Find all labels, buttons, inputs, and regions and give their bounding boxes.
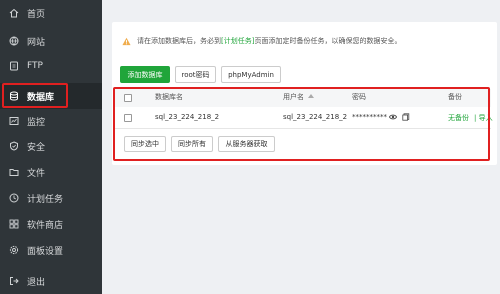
sidebar-item-website[interactable]: 网站 (0, 28, 102, 54)
sidebar-item-label: 文件 (27, 168, 46, 179)
monitor-icon (9, 116, 19, 126)
sidebar-item-label: 计划任务 (27, 194, 64, 205)
globe-icon (9, 36, 19, 46)
sidebar-item-label: 软件商店 (27, 220, 64, 231)
store-icon (9, 219, 19, 229)
sidebar-item-label: 网站 (27, 37, 46, 48)
sidebar-item-label: 监控 (27, 117, 46, 128)
sidebar-item-label: 退出 (27, 277, 46, 288)
sidebar-item-settings[interactable]: 面板设置 (0, 237, 102, 263)
tip-text-after: 页面添加定时备份任务，以确保您的数据安全。 (254, 37, 402, 45)
highlight-box (2, 83, 68, 108)
add-database-button[interactable]: 添加数据库 (120, 66, 170, 83)
clock-icon (9, 193, 19, 203)
root-password-button[interactable]: root密码 (175, 66, 216, 83)
ftp-icon (9, 61, 19, 71)
sidebar-item-ftp[interactable]: FTP (0, 53, 102, 79)
highlight-box (113, 87, 490, 161)
sidebar-item-logout[interactable]: 退出 (0, 268, 102, 294)
backup-tip: 请在添加数据库后，务必到 [计划任务] 页面添加定时备份任务，以确保您的数据安全… (122, 36, 401, 46)
sidebar-item-label: 安全 (27, 142, 46, 153)
sidebar-item-security[interactable]: 安全 (0, 133, 102, 159)
logout-icon (9, 276, 19, 286)
tip-text-before: 请在添加数据库后，务必到 (137, 37, 221, 45)
sidebar-item-label: FTP (27, 61, 43, 71)
cron-task-link[interactable]: [计划任务] (221, 36, 254, 46)
shield-icon (9, 141, 19, 151)
sidebar-item-files[interactable]: 文件 (0, 159, 102, 185)
gear-icon (9, 245, 19, 255)
home-icon (9, 8, 19, 18)
phpmyadmin-button[interactable]: phpMyAdmin (221, 66, 281, 83)
sidebar-item-monitor[interactable]: 监控 (0, 108, 102, 134)
sidebar: 首页 网站 FTP 数据库 监控 安全 文件 计划任务 软件商店 面板设置 退出 (0, 0, 102, 294)
warning-icon (122, 37, 131, 45)
sidebar-item-home[interactable]: 首页 (0, 0, 102, 26)
sidebar-item-label: 面板设置 (27, 246, 64, 257)
folder-icon (9, 167, 19, 177)
sidebar-item-label: 首页 (27, 9, 46, 20)
sidebar-item-cron[interactable]: 计划任务 (0, 185, 102, 211)
sidebar-item-store[interactable]: 软件商店 (0, 211, 102, 237)
main-content: 请在添加数据库后，务必到 [计划任务] 页面添加定时备份任务，以确保您的数据安全… (102, 0, 500, 294)
